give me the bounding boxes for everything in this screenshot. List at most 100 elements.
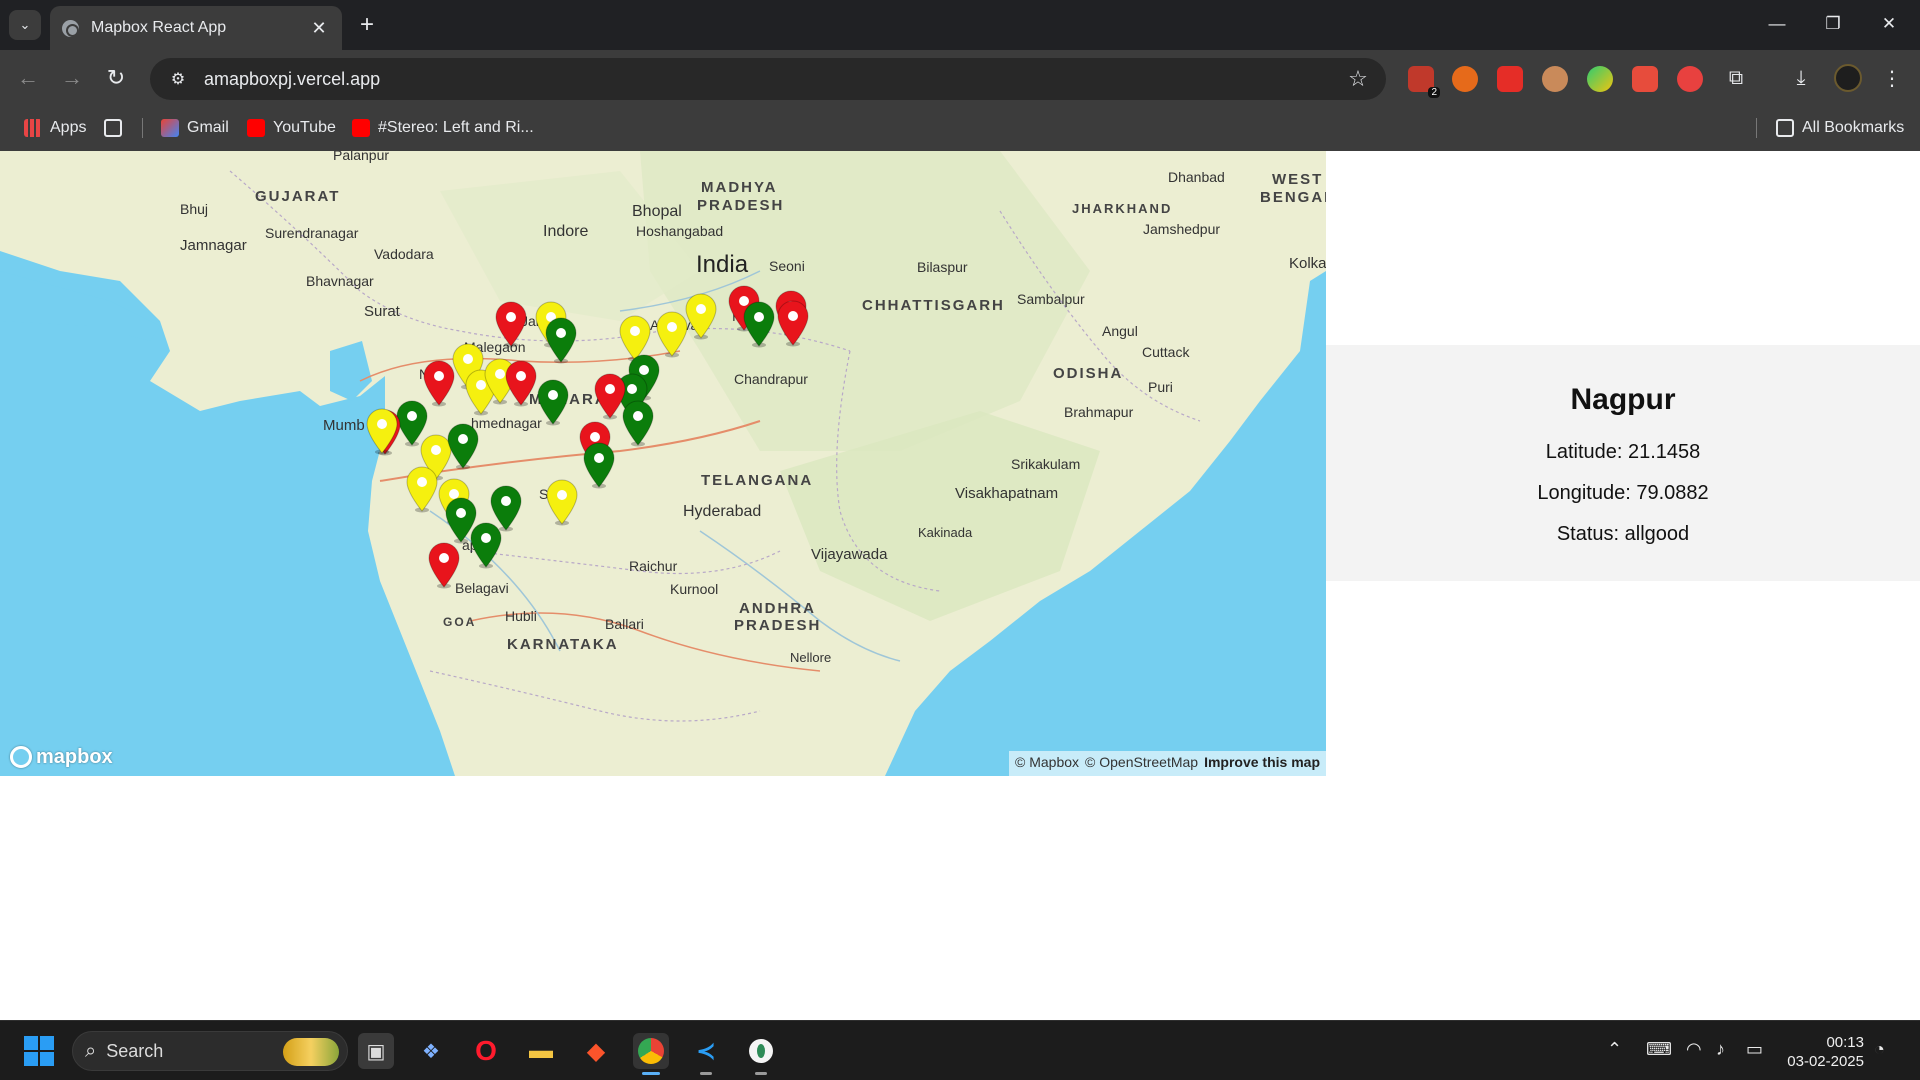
map-label: Chandrapur xyxy=(734,371,808,387)
map-label: Hyderabad xyxy=(683,503,762,520)
youtube-icon xyxy=(247,119,265,137)
extension-icon-6[interactable] xyxy=(1632,66,1658,92)
notification-icon[interactable]: ◔ xyxy=(1874,1039,1885,1060)
map-label-state: BENGAL xyxy=(1260,189,1326,206)
address-bar[interactable]: ⚙ amapboxpj.vercel.app ☆ xyxy=(150,58,1386,100)
task-view-icon[interactable]: ▣ xyxy=(358,1033,394,1069)
map-label-country: India xyxy=(696,251,749,278)
download-icon[interactable]: ⤓ xyxy=(1785,62,1817,94)
extension-icon-5[interactable] xyxy=(1587,66,1613,92)
tab-title: Mapbox React App xyxy=(91,19,227,36)
map-marker-green[interactable] xyxy=(446,422,480,470)
windows-start-icon[interactable] xyxy=(24,1036,54,1066)
tab-search-icon[interactable]: ⌄ xyxy=(9,10,41,40)
restore-icon[interactable]: ❐ xyxy=(1810,8,1856,40)
improve-map-link[interactable]: Improve this map xyxy=(1204,754,1320,773)
map-label: Surendranagar xyxy=(265,225,359,241)
map-label: Cuttack xyxy=(1142,344,1190,360)
map-marker-red[interactable] xyxy=(427,541,461,589)
vscode-icon[interactable]: ≺ xyxy=(688,1033,724,1075)
map-marker-yellow[interactable] xyxy=(365,407,399,455)
url-text[interactable]: amapboxpj.vercel.app xyxy=(204,69,1338,90)
map-marker-yellow[interactable] xyxy=(405,465,439,513)
bookmark-gmail[interactable]: Gmail xyxy=(161,116,229,140)
mapbox-logo[interactable]: mapbox xyxy=(10,744,113,770)
taskbar-search[interactable]: ⌕ Search xyxy=(72,1031,348,1071)
reload-icon[interactable]: ↻ xyxy=(100,62,132,94)
youtube-extension-icon[interactable] xyxy=(1497,66,1523,92)
map-label-state: ANDHRA xyxy=(739,600,816,617)
map-marker-green[interactable] xyxy=(582,441,616,489)
active-tab[interactable]: Mapbox React App ✕ xyxy=(50,6,342,50)
page-content: Palanpur GUJARAT MADHYA PRADESH Bhopal D… xyxy=(0,151,1920,1020)
extension-icon-2[interactable] xyxy=(1452,66,1478,92)
map-marker-green[interactable] xyxy=(621,399,655,447)
site-info-icon[interactable]: ⚙ xyxy=(158,64,198,94)
map-label: Nellore xyxy=(790,650,832,665)
map-label-state: PRADESH xyxy=(734,617,822,634)
bookmark-apps[interactable]: Apps xyxy=(24,116,86,140)
clock[interactable]: 00:13 03-02-2025 xyxy=(1784,1033,1864,1071)
back-icon[interactable]: ← xyxy=(12,62,44,94)
map-marker-yellow[interactable] xyxy=(684,292,718,340)
map-marker-green[interactable] xyxy=(469,521,503,569)
bookmark-stereo[interactable]: #Stereo: Left and Ri... xyxy=(352,116,534,140)
profile-avatar[interactable] xyxy=(1834,64,1862,92)
map-marker-green[interactable] xyxy=(544,316,578,364)
extension-badge: 2 xyxy=(1428,87,1440,98)
map-marker-red[interactable] xyxy=(494,300,528,348)
map-label: Mumb xyxy=(323,417,365,434)
copilot-icon[interactable]: ❖ xyxy=(413,1033,449,1069)
map-marker-red[interactable] xyxy=(504,359,538,407)
star-icon[interactable]: ☆ xyxy=(1338,66,1378,92)
forward-icon[interactable]: → xyxy=(56,62,88,94)
map-label-state: TELANGANA xyxy=(701,472,814,489)
tab-groups-icon[interactable] xyxy=(104,116,130,140)
file-explorer-icon[interactable]: ▬ xyxy=(523,1033,559,1069)
map-label: Bhavnagar xyxy=(306,273,374,289)
extension-icon-7[interactable] xyxy=(1677,66,1703,92)
attribution-mapbox-link[interactable]: © Mapbox xyxy=(1015,754,1079,773)
minimize-icon[interactable]: — xyxy=(1754,8,1800,40)
map-marker-green[interactable] xyxy=(536,378,570,426)
map-marker-yellow[interactable] xyxy=(545,478,579,526)
wifi-icon[interactable]: ◠ xyxy=(1686,1039,1702,1060)
map-label-state: JHARKHAND xyxy=(1072,201,1173,216)
plus-icon[interactable]: + xyxy=(352,10,382,40)
close-icon[interactable]: ✕ xyxy=(308,18,330,39)
opera-icon[interactable]: O xyxy=(468,1033,504,1069)
bookmark-youtube[interactable]: YouTube xyxy=(247,116,336,140)
status-text: Status: allgood xyxy=(1556,523,1690,545)
map-marker-green[interactable] xyxy=(742,300,776,348)
volume-icon[interactable]: ♪ xyxy=(1716,1039,1725,1060)
map-label: Seoni xyxy=(769,258,805,274)
puzzle-icon[interactable]: ⧉ xyxy=(1720,62,1752,94)
app-logo xyxy=(749,1039,773,1063)
location-title: Nagpur xyxy=(1570,383,1676,416)
map-label-state: CHHATTISGARH xyxy=(862,297,1005,314)
map-label-state: WEST xyxy=(1272,171,1324,188)
map-label: Ballari xyxy=(605,616,644,632)
keyboard-icon[interactable]: ⌨ xyxy=(1646,1039,1672,1060)
battery-icon[interactable]: ▭ xyxy=(1746,1039,1763,1060)
map-label: Sambalpur xyxy=(1017,291,1085,307)
cookie-extension-icon[interactable] xyxy=(1542,66,1568,92)
search-icon: ⌕ xyxy=(85,1039,97,1062)
app-icon[interactable] xyxy=(743,1033,779,1075)
browser-toolbar: ← → ↻ ⚙ amapboxpj.vercel.app ☆ 2 ⧉ ⤓ ⋮ xyxy=(0,50,1920,106)
map-label: Brahmapur xyxy=(1064,404,1134,420)
active-indicator xyxy=(642,1072,660,1075)
menu-icon[interactable]: ⋮ xyxy=(1876,62,1908,94)
map-label-state: MADHYA xyxy=(701,179,778,196)
chrome-icon[interactable] xyxy=(633,1033,669,1075)
map-marker-red[interactable] xyxy=(776,299,810,347)
chevron-up-icon[interactable]: ⌃ xyxy=(1607,1039,1622,1060)
brave-icon[interactable]: ◆ xyxy=(578,1033,614,1069)
attribution-osm-link[interactable]: © OpenStreetMap xyxy=(1085,754,1198,773)
map-label-state: KARNATAKA xyxy=(507,636,619,653)
extension-icon-1[interactable]: 2 xyxy=(1408,66,1440,98)
map-canvas[interactable]: Palanpur GUJARAT MADHYA PRADESH Bhopal D… xyxy=(0,151,1326,776)
map-label-state: GUJARAT xyxy=(255,188,341,205)
window-close-icon[interactable]: ✕ xyxy=(1866,8,1912,40)
bookmark-all[interactable]: All Bookmarks xyxy=(1776,116,1904,140)
